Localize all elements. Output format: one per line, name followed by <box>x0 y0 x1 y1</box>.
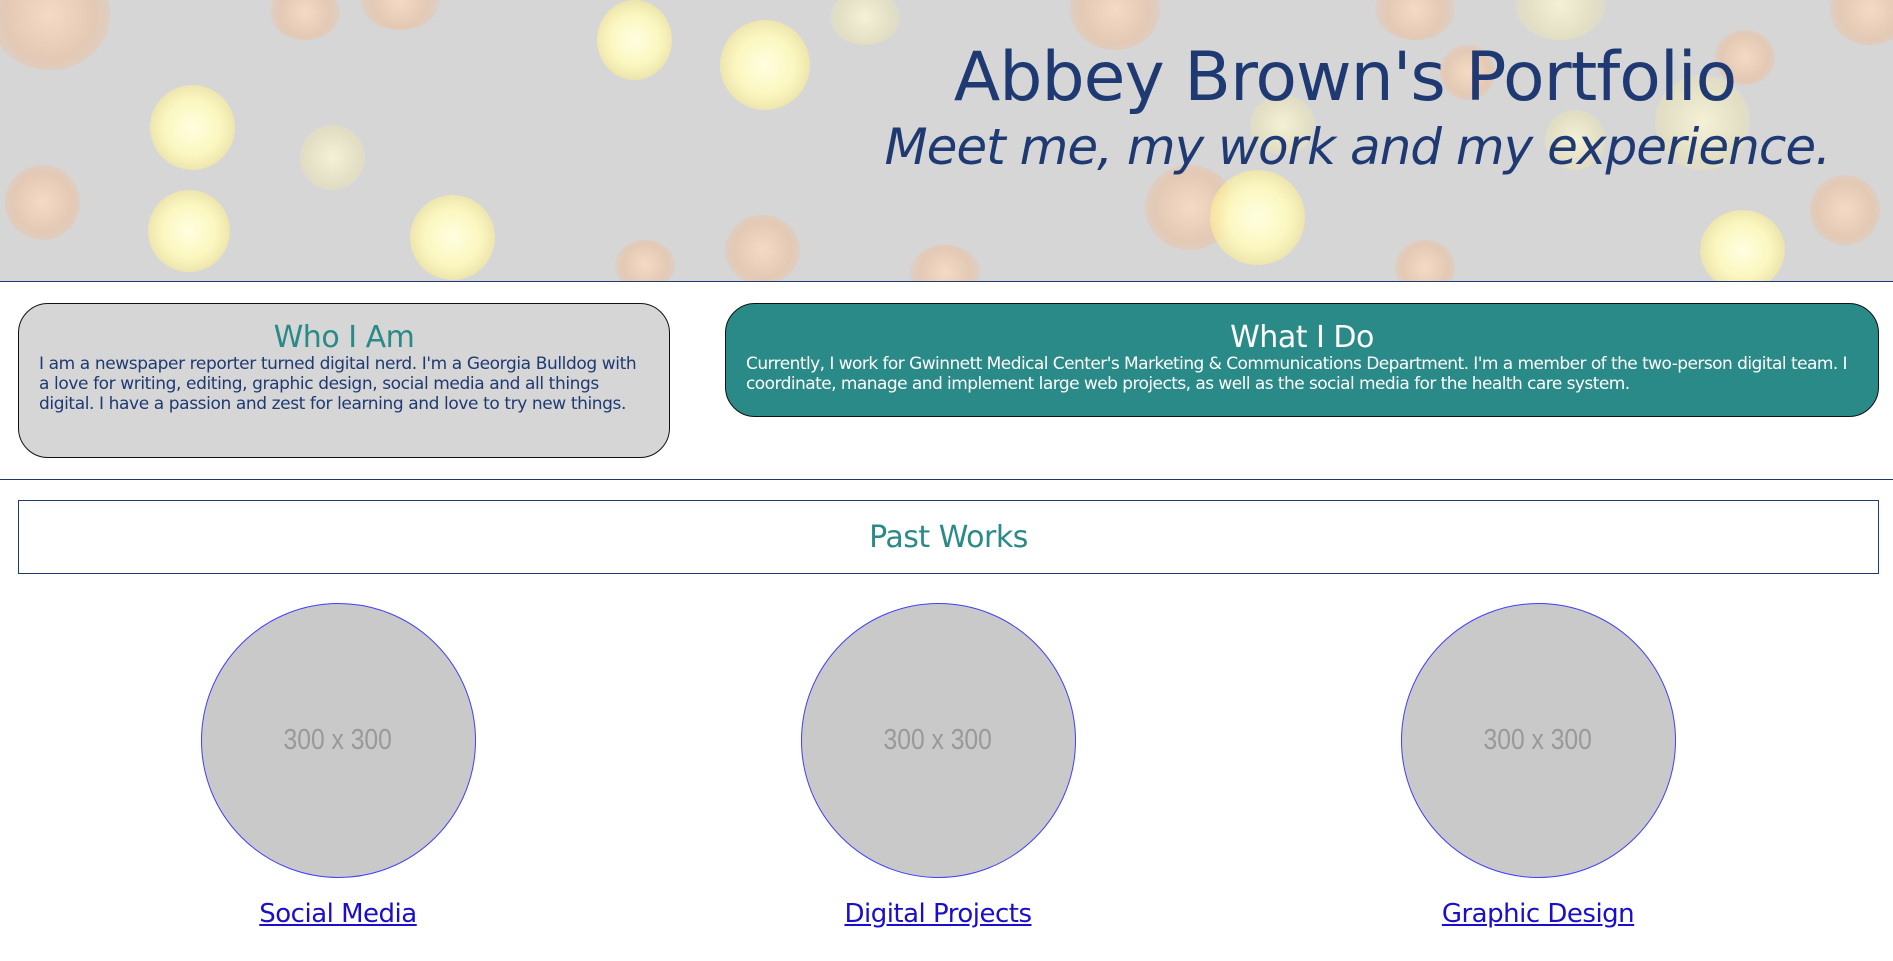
social-media-link[interactable]: Social Media <box>259 899 417 929</box>
what-i-do-card: What I Do Currently, I work for Gwinnett… <box>725 303 1879 417</box>
work-item-social-media: 300 x 300 Social Media <box>188 603 488 929</box>
who-i-am-text: I am a newspaper reporter turned digital… <box>39 354 637 414</box>
digital-projects-thumbnail[interactable]: 300 x 300 <box>800 603 1076 878</box>
past-works-banner: Past Works <box>18 500 1879 574</box>
work-item-graphic-design: 300 x 300 Graphic Design <box>1388 603 1688 929</box>
thumbnail-placeholder-text: 300 x 300 <box>883 724 993 756</box>
page: Abbey Brown's Portfolio Meet me, my work… <box>0 0 1893 961</box>
page-subtitle: Meet me, my work and my experience. <box>884 118 1831 176</box>
what-i-do-text: Currently, I work for Gwinnett Medical C… <box>746 354 1848 394</box>
digital-projects-link[interactable]: Digital Projects <box>844 899 1032 929</box>
who-i-am-card: Who I Am I am a newspaper reporter turne… <box>18 303 670 458</box>
hero-banner: Abbey Brown's Portfolio Meet me, my work… <box>0 0 1893 282</box>
social-media-thumbnail[interactable]: 300 x 300 <box>200 603 476 878</box>
graphic-design-link[interactable]: Graphic Design <box>1442 899 1635 929</box>
who-i-am-heading: Who I Am <box>273 320 415 355</box>
about-section: Who I Am I am a newspaper reporter turne… <box>0 282 1893 480</box>
thumbnail-placeholder-text: 300 x 300 <box>283 724 393 756</box>
page-title: Abbey Brown's Portfolio <box>953 38 1737 117</box>
graphic-design-thumbnail[interactable]: 300 x 300 <box>1400 603 1676 878</box>
thumbnail-placeholder-text: 300 x 300 <box>1483 724 1593 756</box>
work-item-digital-projects: 300 x 300 Digital Projects <box>788 603 1088 929</box>
what-i-do-heading: What I Do <box>1230 320 1374 355</box>
past-works-heading: Past Works <box>869 519 1028 555</box>
